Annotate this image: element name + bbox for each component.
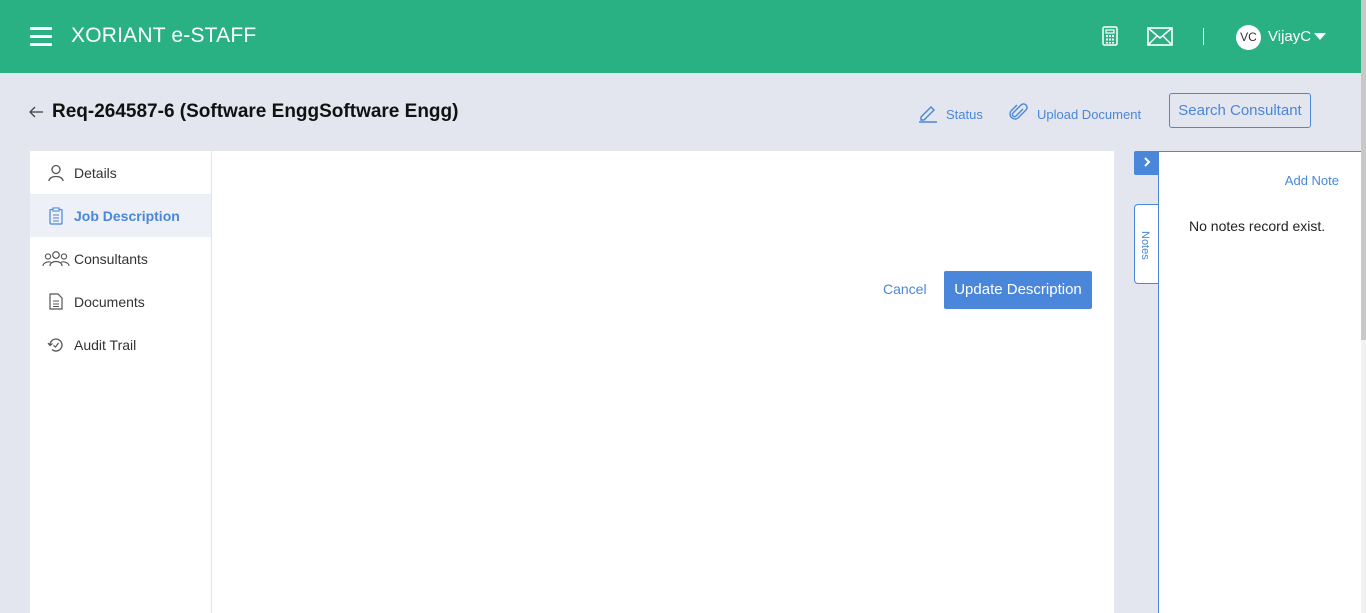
upload-document-link[interactable]: Upload Document xyxy=(1009,103,1141,126)
pencil-icon xyxy=(918,103,938,126)
sidebar-item-consultants[interactable]: Consultants xyxy=(30,237,211,280)
sidebar-item-details[interactable]: Details xyxy=(30,151,211,194)
search-consultant-button[interactable]: Search Consultant xyxy=(1169,93,1311,128)
sidebar-item-label: Documents xyxy=(74,293,145,310)
sidebar-item-label: Audit Trail xyxy=(74,336,137,353)
app-title: XORIANT e-STAFF xyxy=(71,24,257,47)
sidebar-item-label: Job Description xyxy=(74,207,180,224)
sidebar-item-audit-trail[interactable]: Audit Trail xyxy=(30,323,211,366)
history-icon xyxy=(38,336,74,354)
notes-toggle-button[interactable] xyxy=(1134,151,1159,175)
scrollbar-track[interactable] xyxy=(1361,0,1366,613)
cancel-button[interactable]: Cancel xyxy=(883,281,927,297)
menu-icon[interactable] xyxy=(30,27,52,47)
upload-document-label: Upload Document xyxy=(1037,107,1142,122)
back-arrow-icon[interactable] xyxy=(28,105,44,123)
job-description-editor[interactable] xyxy=(212,151,1114,613)
notes-tab[interactable]: Notes xyxy=(1134,204,1159,284)
user-name[interactable]: VijayC xyxy=(1268,28,1311,45)
notes-panel: Add Note No notes record exist. xyxy=(1158,151,1361,613)
chevron-down-icon[interactable] xyxy=(1314,33,1326,40)
sidebar-item-documents[interactable]: Documents xyxy=(30,280,211,323)
scrollbar-thumb[interactable] xyxy=(1361,0,1366,340)
empty-notes-message: No notes record exist. xyxy=(1189,218,1326,234)
sidebar-item-label: Details xyxy=(74,164,117,181)
status-label: Status xyxy=(946,107,983,122)
avatar[interactable]: VC xyxy=(1236,25,1261,50)
add-note-link[interactable]: Add Note xyxy=(1285,173,1339,188)
mail-icon[interactable] xyxy=(1147,27,1173,51)
calculator-icon[interactable] xyxy=(1102,26,1118,51)
page-title: Req-264587-6 (Software EnggSoftware Engg… xyxy=(52,101,459,122)
status-link[interactable]: Status xyxy=(918,103,983,126)
notes-tab-label: Notes xyxy=(1139,231,1151,260)
paperclip-icon xyxy=(1009,103,1029,126)
clipboard-icon xyxy=(38,206,74,225)
sidebar: Details Job Description Consultants Docu… xyxy=(30,151,212,613)
users-icon xyxy=(38,250,74,268)
sidebar-item-label: Consultants xyxy=(74,250,148,267)
update-description-button[interactable]: Update Description xyxy=(944,271,1092,309)
user-icon xyxy=(38,164,74,182)
chevron-right-icon xyxy=(1143,154,1151,172)
document-icon xyxy=(38,293,74,310)
sidebar-item-job-description[interactable]: Job Description xyxy=(30,194,211,237)
top-bar: XORIANT e-STAFF VC VijayC xyxy=(0,0,1366,73)
header-divider xyxy=(1203,28,1204,45)
